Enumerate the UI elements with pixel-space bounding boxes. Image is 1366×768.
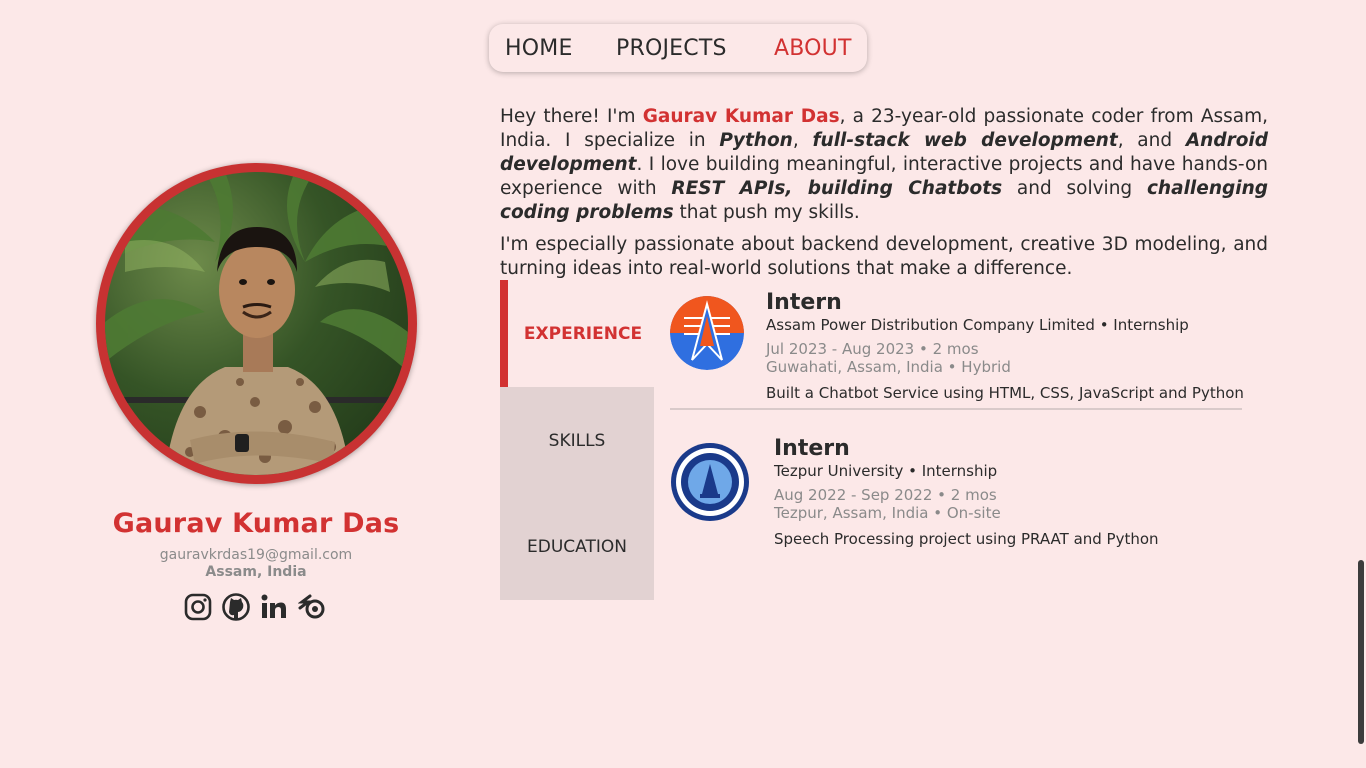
intro-paragraph-2: I'm especially passionate about backend … [500, 234, 1268, 279]
tezpur-university-logo [670, 442, 750, 522]
instagram-icon[interactable] [184, 593, 212, 621]
experience-location: Guwahati, Assam, India • Hybrid [766, 358, 1011, 376]
experience-role: Intern [774, 436, 850, 461]
top-nav: HOME PROJECTS ABOUT [489, 24, 867, 72]
experience-company: Assam Power Distribution Company Limited… [766, 316, 1189, 334]
experience-date: Jul 2023 - Aug 2023 • 2 mos [766, 340, 979, 358]
experience-role: Intern [766, 290, 842, 315]
intro-skill-python: Python [719, 130, 793, 151]
intro-name-highlight: Gaurav Kumar Das [642, 106, 840, 127]
linkedin-icon[interactable] [260, 593, 288, 621]
tab-skills[interactable]: SKILLS [500, 387, 654, 494]
experience-company: Tezpur University • Internship [774, 462, 998, 480]
intro-text: that push my skills. [673, 202, 860, 223]
intro-text: , [792, 130, 813, 151]
experience-item: Intern Tezpur University • Internship Au… [670, 436, 1250, 551]
intro-skill-rest: REST APIs, building Chatbots [671, 178, 1003, 199]
page-scrollbar[interactable] [1358, 560, 1364, 744]
profile-location: Assam, India [205, 564, 307, 580]
intro-paragraph-1: Hey there! I'm Gaurav Kumar Das, a 23-ye… [500, 105, 1268, 225]
experience-location: Tezpur, Assam, India • On-site [774, 504, 1001, 522]
apdcl-logo [670, 296, 744, 370]
tab-education[interactable]: EDUCATION [500, 493, 654, 600]
intro-skill-fullstack: full-stack web development [812, 130, 1118, 151]
experience-item: Intern Assam Power Distribution Company … [670, 290, 1250, 405]
github-icon[interactable] [222, 593, 250, 621]
profile-photo-illustration [105, 172, 408, 475]
profile-photo [105, 172, 408, 475]
about-intro: Hey there! I'm Gaurav Kumar Das, a 23-ye… [500, 105, 1268, 289]
experience-date: Aug 2022 - Sep 2022 • 2 mos [774, 486, 997, 504]
blender-icon[interactable] [297, 593, 326, 621]
social-links [184, 591, 330, 623]
intro-text: and solving [1002, 178, 1147, 199]
nav-projects-link[interactable]: PROJECTS [616, 36, 727, 62]
experience-description: Speech Processing project using PRAAT an… [774, 530, 1159, 548]
intro-text: , and [1117, 130, 1186, 151]
nav-home-link[interactable]: HOME [505, 36, 573, 62]
profile-name: Gaurav Kumar Das [112, 508, 400, 539]
nav-about-link[interactable]: ABOUT [774, 36, 852, 62]
experience-divider [670, 408, 1242, 410]
about-tabs: EXPERIENCE SKILLS EDUCATION [500, 280, 654, 600]
profile-photo-frame [96, 163, 417, 484]
intro-text: Hey there! I'm [500, 106, 643, 127]
profile-email: gauravkrdas19@gmail.com [159, 547, 353, 563]
experience-description: Built a Chatbot Service using HTML, CSS,… [766, 384, 1244, 402]
tab-experience[interactable]: EXPERIENCE [500, 280, 654, 387]
